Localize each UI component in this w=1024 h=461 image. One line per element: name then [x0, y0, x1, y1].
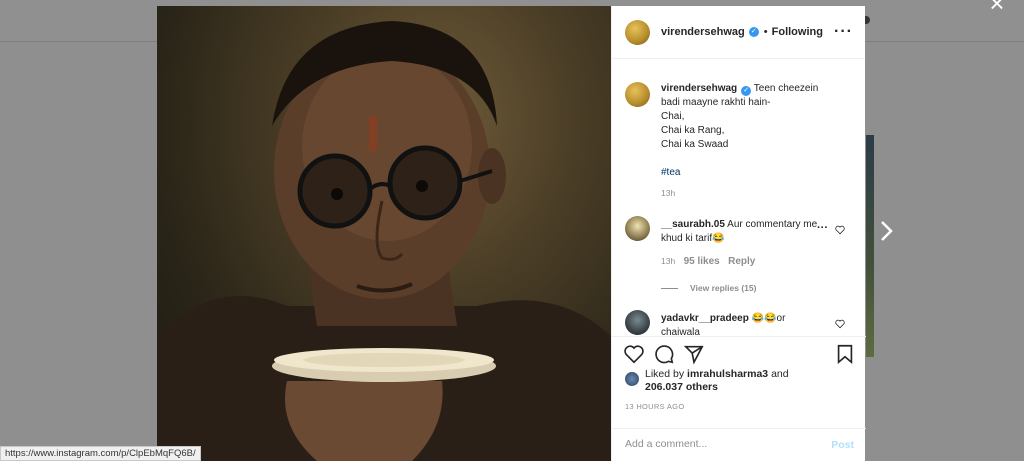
heart-icon[interactable]	[623, 343, 645, 365]
hashtag-link[interactable]: #tea	[661, 167, 680, 178]
commenter-username[interactable]: __saurabh.05	[661, 219, 725, 230]
caption-time: 13h	[661, 188, 676, 198]
post-actions: Liked by imrahulsharma3 and 206.037 othe…	[612, 336, 866, 428]
reply-button[interactable]: Reply	[728, 256, 755, 267]
caption-line: Chai,	[661, 111, 685, 122]
heart-icon[interactable]	[835, 319, 845, 329]
more-options-icon[interactable]: ···	[834, 23, 853, 41]
comment-more-icon[interactable]: ···	[817, 222, 828, 234]
add-comment-bar: Post	[612, 428, 866, 461]
caption-username[interactable]: virendersehwag	[661, 83, 737, 94]
verified-badge-icon: ✓	[748, 27, 759, 37]
author-username[interactable]: virendersehwag	[661, 26, 745, 38]
paper-plane-icon[interactable]	[683, 343, 705, 365]
post-header: virendersehwag ✓ • Following ···	[612, 6, 865, 59]
post-sidebar: virendersehwag ✓ • Following ··· virende…	[611, 6, 866, 461]
verified-badge-icon: ✓	[741, 86, 752, 96]
author-avatar[interactable]	[625, 19, 650, 45]
post-photo	[157, 6, 611, 461]
comments-list[interactable]: virendersehwag ✓ Teen cheezein badi maayn…	[612, 60, 866, 336]
separator-dot: •	[763, 26, 768, 38]
comment-input[interactable]	[625, 438, 815, 450]
caption-body: virendersehwag ✓ Teen cheezein badi maayn…	[661, 82, 821, 206]
liker-username[interactable]: imrahulsharma3	[687, 368, 768, 380]
commenter-avatar[interactable]	[625, 216, 650, 241]
post-timestamp[interactable]: 13 HOURS AGO	[625, 402, 684, 411]
comment-body: yadavkr__pradeep 😂😂or chaiwala	[661, 312, 821, 336]
heart-icon[interactable]	[835, 225, 845, 235]
likes-connector: and	[771, 368, 789, 380]
close-icon[interactable]: ×	[986, 0, 1008, 16]
liker-avatar[interactable]	[625, 372, 639, 386]
post-modal: virendersehwag ✓ • Following ··· virende…	[157, 6, 866, 461]
status-bar-url: https://www.instagram.com/p/ClpEbMqFQ6B/	[0, 446, 201, 461]
comment-icon[interactable]	[653, 343, 675, 365]
caption-line: Chai ka Swaad	[661, 139, 729, 150]
likes-summary: Liked by imrahulsharma3 and 206.037 othe…	[645, 368, 789, 393]
caption-line: Chai ka Rang,	[661, 125, 725, 136]
comment-time: 13h	[661, 256, 676, 266]
background-next-post-thumbnail	[866, 135, 874, 357]
comment-likes[interactable]: 95 likes	[684, 256, 720, 267]
chevron-right-icon[interactable]	[876, 218, 896, 244]
commenter-username[interactable]: yadavkr__pradeep	[661, 313, 749, 324]
author-avatar[interactable]	[625, 82, 650, 107]
post-comment-button[interactable]: Post	[831, 439, 854, 451]
follow-status-button[interactable]: Following	[772, 26, 823, 38]
commenter-avatar[interactable]	[625, 310, 650, 335]
comment-body: __saurabh.05 Aur commentary me khud ki t…	[661, 218, 821, 269]
likes-count[interactable]: 206.037 others	[645, 381, 718, 393]
view-replies-button[interactable]: View replies (15)	[661, 283, 756, 293]
bookmark-icon[interactable]	[834, 343, 856, 365]
